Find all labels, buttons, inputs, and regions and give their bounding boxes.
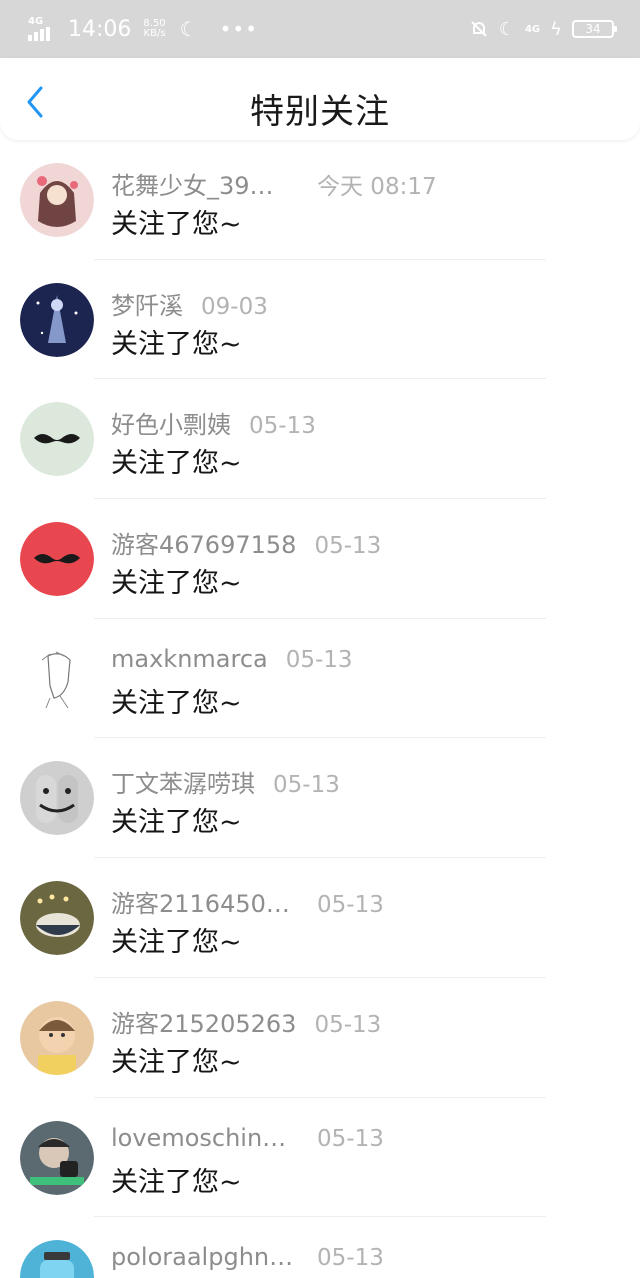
notification-message: 关注了您~: [111, 807, 242, 839]
notification-meta: 梦阡溪 09-03: [111, 286, 268, 321]
avatar[interactable]: [20, 402, 94, 477]
avatar[interactable]: [20, 522, 94, 597]
notification-time: 05-13: [314, 533, 382, 560]
teacup-avatar: [20, 881, 94, 956]
notification-time: 05-13: [285, 646, 353, 673]
signal-icon: 4G: [28, 17, 58, 41]
anime-girl-avatar: [20, 163, 94, 237]
notification-message: 关注了您~: [111, 687, 242, 719]
smiley-fingers-avatar: [20, 761, 94, 836]
notification-message: 关注了您~: [111, 328, 242, 360]
baby-avatar: [20, 1000, 94, 1075]
notification-message: 关注了您~: [111, 568, 242, 600]
mustache-avatar: [20, 402, 94, 477]
notification-time: 05-13: [314, 1011, 382, 1038]
avatar[interactable]: [20, 1000, 94, 1075]
notification-message: 关注了您~: [111, 1166, 242, 1198]
notification-meta: 游客2116450… 05-13: [111, 884, 384, 919]
notification-time: 05-13: [317, 892, 384, 919]
network-speed: 8.50 KB/s: [143, 19, 165, 39]
night-sky-avatar: [20, 282, 94, 357]
network-type: 4G: [28, 16, 44, 27]
notification-row[interactable]: 游客2116450… 05-13 关注了您~: [0, 858, 640, 978]
notification-time: 05-13: [317, 1125, 384, 1152]
user-name[interactable]: lovemoschin…: [111, 1124, 299, 1152]
user-name[interactable]: 好色小剽姨: [111, 405, 231, 440]
network-type-right: 4G: [524, 23, 541, 35]
jar-avatar: [20, 1240, 94, 1278]
avatar[interactable]: [20, 1240, 94, 1278]
notification-meta: 游客467697158 05-13: [111, 525, 381, 560]
user-name[interactable]: 丁文苯潺唠琪: [111, 764, 255, 799]
user-name[interactable]: maxknmarca: [111, 645, 268, 673]
avatar[interactable]: [20, 641, 94, 716]
status-bar: 4G 14:06 8.50 KB/s ☾ ••• ☾ 4G ϟ 34: [0, 0, 640, 58]
clock: 14:06: [68, 16, 132, 42]
notification-meta: poloraalpghn… 05-13: [111, 1243, 384, 1271]
notification-list: 花舞少女_39… 今天 08:17 关注了您~ 梦阡溪 09-03 关注了您~ 好色小剽姨 0…: [0, 140, 640, 1278]
notification-row[interactable]: 游客215205263 05-13 关注了您~: [0, 978, 640, 1098]
silent-bell-icon: [471, 21, 487, 37]
user-name[interactable]: 游客2116450…: [111, 884, 299, 919]
user-name[interactable]: poloraalpghn…: [111, 1243, 299, 1271]
notification-row[interactable]: 好色小剽姨 05-13 关注了您~: [0, 379, 640, 500]
charging-icon: ϟ: [550, 18, 562, 40]
sketch-avatar: [20, 641, 94, 716]
notification-meta: maxknmarca 05-13: [111, 645, 353, 673]
notification-time: 今天 08:17: [317, 174, 437, 200]
notification-row[interactable]: maxknmarca 05-13 关注了您~: [0, 619, 640, 739]
moon-icon: ☾: [179, 17, 198, 41]
notification-row[interactable]: 丁文苯潺唠琪 05-13 关注了您~: [0, 738, 640, 859]
notification-message: 关注了您~: [111, 209, 242, 240]
notification-row[interactable]: 梦阡溪 09-03 关注了您~: [0, 260, 640, 380]
notification-row[interactable]: 游客467697158 05-13 关注了您~: [0, 499, 640, 619]
moon-icon: ☾: [498, 18, 515, 40]
notification-meta: 花舞少女_39… 今天 08:17: [111, 166, 437, 201]
notification-message: 关注了您~: [111, 448, 242, 480]
notification-time: 05-13: [317, 1245, 384, 1272]
mustache-avatar: [20, 522, 94, 597]
notification-time: 09-03: [201, 293, 268, 320]
avatar[interactable]: [20, 282, 94, 357]
avatar[interactable]: [20, 1120, 94, 1195]
user-name[interactable]: 花舞少女_39…: [111, 166, 299, 201]
notification-message: 关注了您~: [111, 927, 242, 959]
notification-row[interactable]: lovemoschin… 05-13 关注了您~: [0, 1098, 640, 1218]
nav-bar: 特别关注: [0, 58, 640, 140]
notification-row[interactable]: poloraalpghn…05-13关注了您~: [0, 1217, 640, 1278]
more-dots-icon: •••: [219, 17, 258, 41]
notification-time: 05-13: [249, 413, 316, 440]
avatar[interactable]: [20, 761, 94, 836]
notification-meta: lovemoschin… 05-13: [111, 1124, 384, 1152]
notification-meta: 好色小剽姨 05-13: [111, 405, 316, 440]
avatar[interactable]: [20, 881, 94, 956]
page-title: 特别关注: [250, 92, 390, 132]
notification-row[interactable]: 花舞少女_39… 今天 08:17 关注了您~: [0, 140, 640, 260]
notification-time: 05-13: [273, 772, 340, 799]
user-name[interactable]: 游客215205263: [111, 1004, 296, 1039]
user-name[interactable]: 游客467697158: [111, 525, 296, 560]
avatar[interactable]: [20, 163, 94, 237]
notification-meta: 丁文苯潺唠琪 05-13: [111, 764, 340, 799]
boy-avatar: [20, 1120, 94, 1195]
speed-unit: KB/s: [143, 28, 166, 39]
battery-level: 34: [585, 22, 601, 36]
battery-icon: 34: [572, 20, 617, 38]
notification-message: 关注了您~: [111, 1046, 242, 1078]
notification-meta: 游客215205263 05-13: [111, 1004, 381, 1039]
user-name[interactable]: 梦阡溪: [111, 286, 183, 321]
